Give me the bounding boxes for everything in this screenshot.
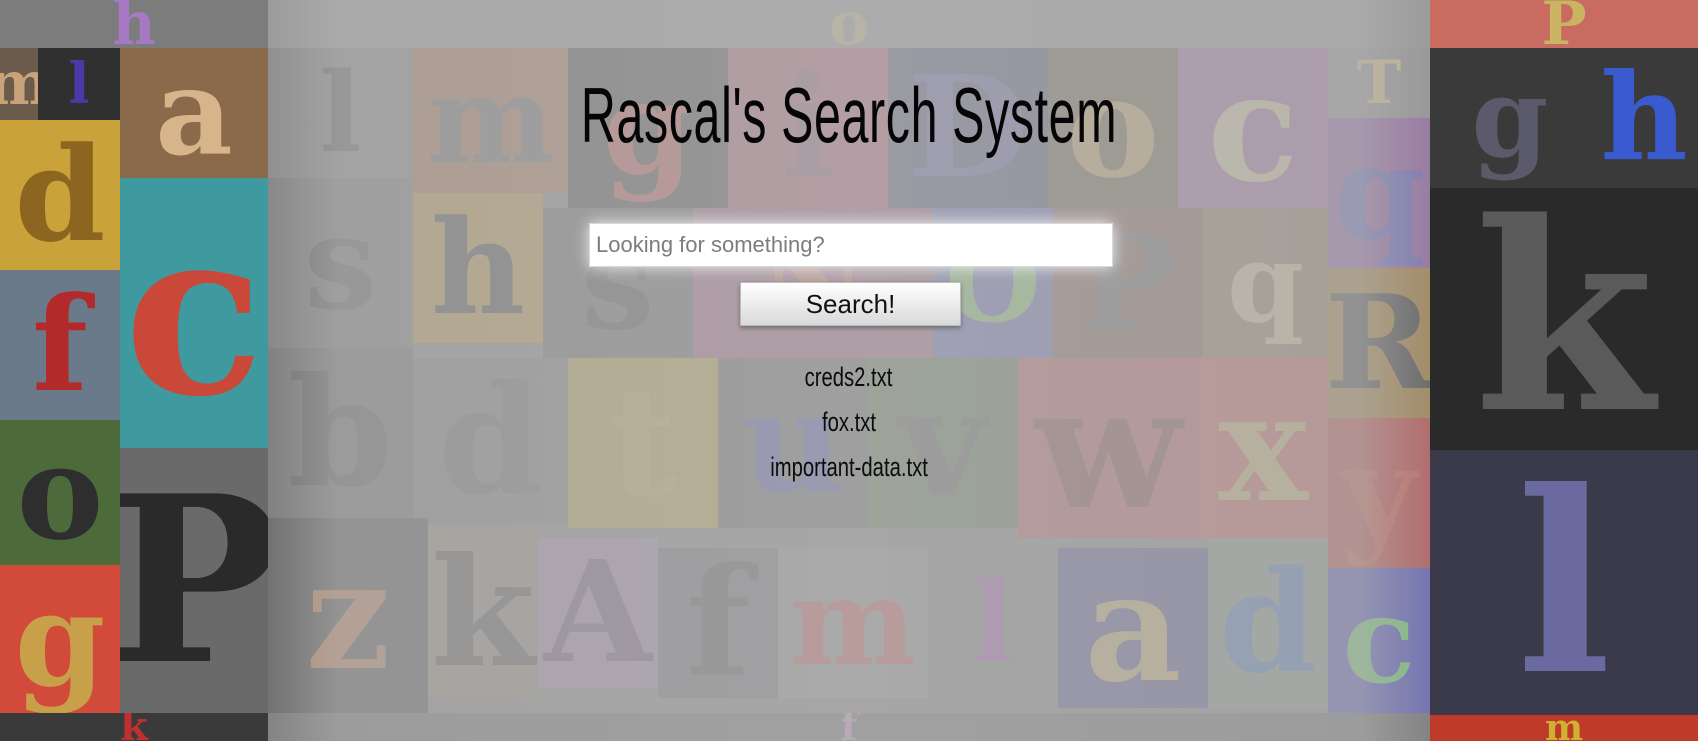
result-link-important-data[interactable]: important-data.txt bbox=[770, 445, 928, 490]
result-link-fox[interactable]: fox.txt bbox=[822, 400, 876, 445]
page-title: Rascal's Search System bbox=[580, 71, 1118, 159]
search-button[interactable]: Search! bbox=[740, 282, 961, 326]
search-page: Rascal's Search System Search! creds2.tx… bbox=[0, 0, 1698, 741]
list-item: creds2.txt bbox=[0, 355, 1698, 400]
list-item: fox.txt bbox=[0, 400, 1698, 445]
result-link-creds2[interactable]: creds2.txt bbox=[805, 355, 893, 400]
list-item: important-data.txt bbox=[0, 445, 1698, 490]
results-list: creds2.txt fox.txt important-data.txt bbox=[0, 355, 1698, 490]
search-input[interactable] bbox=[589, 223, 1113, 267]
